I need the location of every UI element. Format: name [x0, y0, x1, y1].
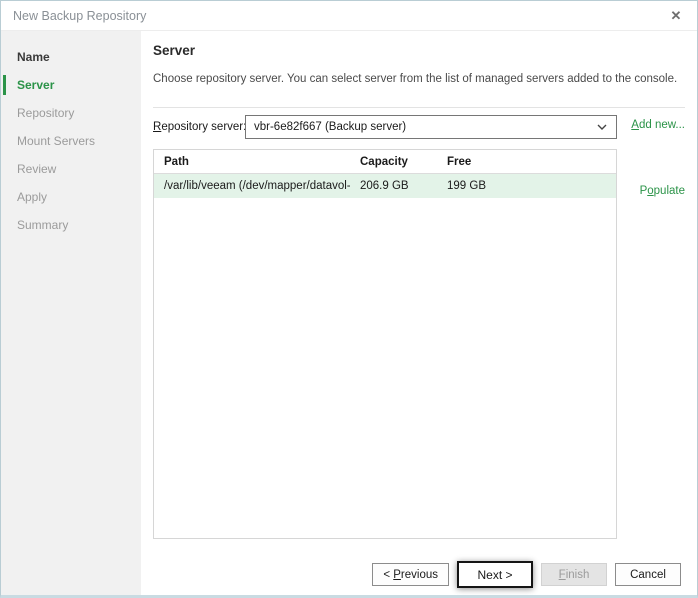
finish-button: Finish	[541, 563, 607, 586]
sidebar-item-review[interactable]: Review	[1, 155, 141, 183]
page-title: Server	[153, 43, 195, 58]
cancel-button[interactable]: Cancel	[615, 563, 681, 586]
dialog-body: Name Server Repository Mount Servers Rev…	[1, 31, 697, 595]
column-header-capacity[interactable]: Capacity	[350, 150, 437, 173]
header-divider	[153, 107, 685, 108]
column-header-path[interactable]: Path	[154, 150, 350, 173]
sidebar-item-repository[interactable]: Repository	[1, 99, 141, 127]
cell-path: /var/lib/veeam (/dev/mapper/datavol-...	[154, 174, 350, 198]
page-description: Choose repository server. You can select…	[153, 73, 677, 85]
step-label: Summary	[17, 218, 68, 232]
table-row[interactable]: /var/lib/veeam (/dev/mapper/datavol-... …	[154, 174, 616, 198]
sidebar-item-mount-servers[interactable]: Mount Servers	[1, 127, 141, 155]
close-icon[interactable]: ✕	[665, 5, 687, 27]
sidebar-item-summary[interactable]: Summary	[1, 211, 141, 239]
cell-capacity: 206.9 GB	[350, 174, 437, 198]
dropdown-selected-value: vbr-6e82f667 (Backup server)	[254, 121, 596, 133]
step-label: Apply	[17, 190, 47, 204]
chevron-down-icon	[596, 123, 610, 131]
previous-button[interactable]: < Previous	[372, 563, 449, 586]
window-title: New Backup Repository	[13, 9, 146, 23]
step-label: Server	[17, 78, 54, 92]
step-label: Mount Servers	[17, 134, 95, 148]
cell-free: 199 GB	[437, 174, 616, 198]
wizard-footer: < Previous Next > Finish Cancel	[372, 561, 681, 588]
add-new-link[interactable]: Add new...	[631, 119, 685, 131]
step-label: Repository	[17, 106, 74, 120]
sidebar-item-name[interactable]: Name	[1, 43, 141, 71]
step-content: Server Choose repository server. You can…	[141, 31, 697, 595]
populate-link[interactable]: Populate	[640, 185, 685, 197]
column-header-free[interactable]: Free	[437, 150, 616, 173]
repository-server-label: Repository server:	[153, 115, 246, 139]
repository-paths-table: Path Capacity Free /var/lib/veeam (/dev/…	[153, 149, 617, 539]
next-button[interactable]: Next >	[457, 561, 533, 588]
table-header-row: Path Capacity Free	[154, 150, 616, 174]
title-bar: New Backup Repository ✕	[1, 1, 697, 31]
new-backup-repository-dialog: New Backup Repository ✕ Name Server Repo…	[0, 0, 698, 598]
step-label: Review	[17, 162, 56, 176]
wizard-steps-sidebar: Name Server Repository Mount Servers Rev…	[1, 31, 141, 595]
step-label: Name	[17, 50, 50, 64]
repository-server-row: Repository server: vbr-6e82f667 (Backup …	[153, 115, 685, 139]
sidebar-item-server[interactable]: Server	[1, 71, 141, 99]
active-step-indicator	[3, 75, 6, 95]
repository-server-dropdown[interactable]: vbr-6e82f667 (Backup server)	[245, 115, 617, 139]
sidebar-item-apply[interactable]: Apply	[1, 183, 141, 211]
